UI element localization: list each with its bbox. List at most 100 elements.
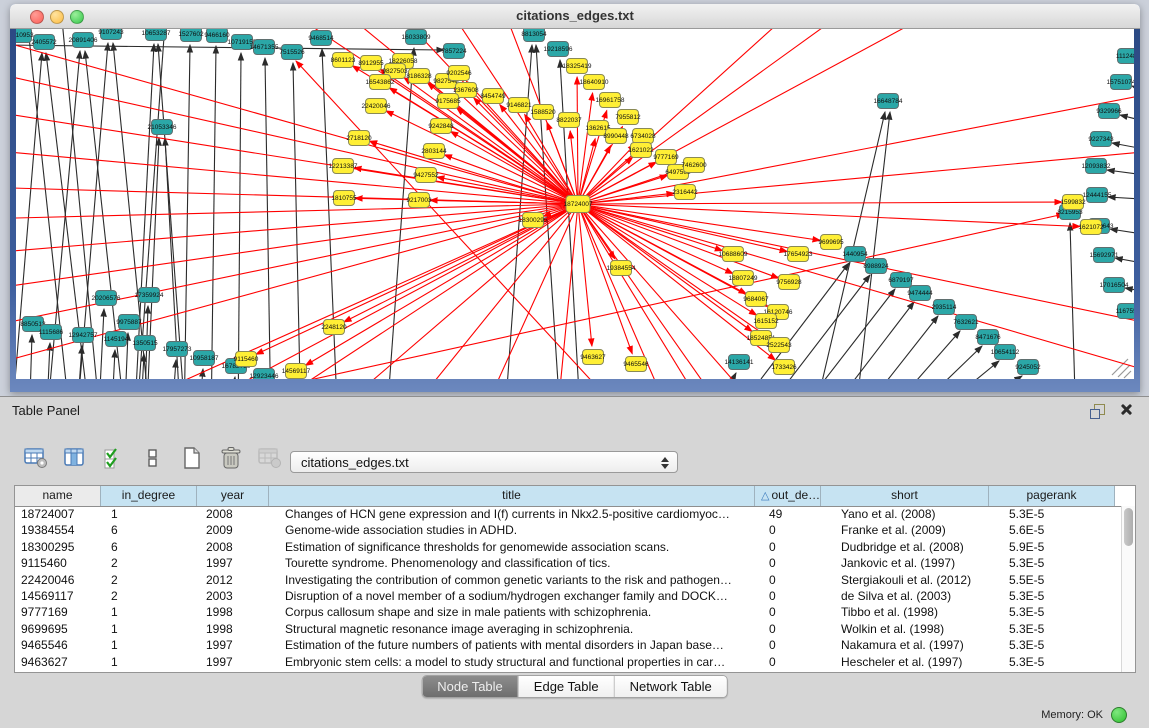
- graph-node-label: 17957273: [163, 346, 192, 353]
- column-header-out-degree[interactable]: △out_de…: [755, 486, 821, 506]
- table-settings-button[interactable]: [22, 445, 50, 471]
- table-cell: Yano et al. (2008): [821, 506, 989, 522]
- table-vertical-scrollbar[interactable]: [1121, 506, 1135, 672]
- graph-node-label: 8813054: [521, 31, 547, 38]
- edge-black: [265, 58, 271, 379]
- memory-status-label: Memory: OK: [1041, 709, 1103, 721]
- close-panel-icon[interactable]: [1119, 402, 1133, 416]
- row-height-button[interactable]: [139, 445, 167, 471]
- table-row[interactable]: 1830029562008Estimation of significance …: [15, 539, 1121, 555]
- table-cell: Stergiakouli et al. (2012): [821, 572, 989, 588]
- scrollbar-thumb[interactable]: [1124, 508, 1133, 546]
- table-cell: 2: [101, 588, 197, 604]
- table-row[interactable]: 1872400712008Changes of HCN gene express…: [15, 506, 1121, 522]
- column-header-pagerank[interactable]: pagerank: [989, 486, 1115, 506]
- table-cell: 9777169: [15, 604, 101, 620]
- table-cell: Nakamura et al. (1997): [821, 637, 989, 653]
- network-window: citations_edges.txt: [10, 4, 1140, 392]
- table-cell: 5.6E-5: [989, 522, 1115, 538]
- graph-node-label: 20891406: [69, 37, 98, 44]
- edge-black: [826, 302, 914, 379]
- table-cell: 1: [101, 637, 197, 653]
- graph-node-label: 8988924: [863, 263, 889, 270]
- import-table-button[interactable]: [256, 445, 284, 471]
- tab-network-table[interactable]: Network Table: [614, 676, 727, 697]
- table-row[interactable]: 969969511998Structural magnetic resonanc…: [15, 621, 1121, 637]
- edge-black: [386, 48, 414, 379]
- table-cell: de Silva et al. (2003): [821, 588, 989, 604]
- edge-red: [577, 77, 578, 204]
- graph-node-label: 15692971: [1090, 252, 1119, 259]
- graph-node-label: 10654112: [991, 349, 1020, 356]
- graph-node-label: 1115686: [39, 329, 64, 336]
- new-table-button[interactable]: [178, 445, 206, 471]
- column-header-year[interactable]: year: [197, 486, 269, 506]
- edge-black: [229, 377, 235, 379]
- graph-node-label: 9427552: [413, 172, 439, 179]
- table-cell: 0: [755, 588, 821, 604]
- graph-node-label: 8454749: [480, 93, 506, 100]
- window-titlebar[interactable]: citations_edges.txt: [10, 4, 1140, 29]
- graph-node-label: 8990448: [603, 133, 629, 140]
- edge-black: [1107, 170, 1134, 179]
- table-cell: 1997: [197, 654, 269, 670]
- edge-red: [578, 139, 595, 204]
- table-row[interactable]: 946362711997Embryonic stem cells: a mode…: [15, 654, 1121, 670]
- table-cell: 0: [755, 621, 821, 637]
- desktop-background: citations_edges.txt: [0, 0, 1149, 396]
- graph-node-label: 16543862: [366, 79, 395, 86]
- table-row[interactable]: 1938455462009Genome-wide association stu…: [15, 522, 1121, 538]
- edge-black: [171, 360, 176, 379]
- graph-node-label: 8912955: [358, 60, 384, 67]
- table-cell: 5.9E-5: [989, 539, 1115, 555]
- table-cell: Franke et al. (2009): [821, 522, 989, 538]
- table-cell: Structural magnetic resonance image aver…: [269, 621, 755, 637]
- column-chooser-button[interactable]: [61, 445, 89, 471]
- table-cell: 2: [101, 555, 197, 571]
- graph-node-label: 8186328: [406, 73, 432, 80]
- table-row[interactable]: 946554611997Estimation of the future num…: [15, 637, 1121, 653]
- table-cell: Corpus callosum shape and size in male p…: [269, 604, 755, 620]
- tab-edge-table[interactable]: Edge Table: [518, 676, 614, 697]
- table-row[interactable]: 977716911998Corpus callosum shape and si…: [15, 604, 1121, 620]
- table-cell: 5.3E-5: [989, 588, 1115, 604]
- table-cell: 49: [755, 506, 821, 522]
- edge-black: [1120, 115, 1134, 129]
- float-panel-icon[interactable]: [1094, 404, 1105, 415]
- graph-node-label: 18640910: [580, 79, 609, 86]
- table-cell: 6: [101, 522, 197, 538]
- graph-node-label: 7857224: [441, 48, 467, 55]
- table-selector-dropdown[interactable]: citations_edges.txt: [290, 451, 678, 473]
- table-row[interactable]: 2242004622012Investigating the contribut…: [15, 572, 1121, 588]
- delete-table-button[interactable]: [217, 445, 245, 471]
- selection-mode-button[interactable]: [100, 445, 128, 471]
- table-cell: Wolkin et al. (1998): [821, 621, 989, 637]
- table-row[interactable]: 1456911722003Disruption of a novel membe…: [15, 588, 1121, 604]
- window-frame: 1810953240557220891406910724310653287152…: [10, 29, 1140, 392]
- table-cell: 1998: [197, 621, 269, 637]
- column-header-name[interactable]: name: [15, 486, 101, 506]
- graph-node-label: 9146821: [506, 102, 532, 109]
- table-cell: 5.3E-5: [989, 506, 1115, 522]
- table-tabs: Node Table Edge Table Network Table: [421, 675, 728, 698]
- edge-black: [854, 112, 890, 379]
- table-panel: Table Panel f(x) citations_edges.txt: [0, 396, 1149, 728]
- graph-node-label: 9115460: [234, 356, 259, 363]
- table-cell: Hescheler et al. (1997): [821, 654, 989, 670]
- table-row[interactable]: 911546021997Tourette syndrome. Phenomeno…: [15, 555, 1121, 571]
- column-header-short[interactable]: short: [821, 486, 989, 506]
- column-header-title[interactable]: title: [269, 486, 755, 506]
- edge-black: [1108, 197, 1134, 201]
- graph-node-label: 8215953: [1057, 209, 1083, 216]
- graph-node-label: 15751074: [1107, 79, 1134, 86]
- table-cell: 0: [755, 539, 821, 555]
- network-canvas[interactable]: 1810953240557220891406910724310653287152…: [16, 29, 1134, 379]
- table-cell: 1998: [197, 604, 269, 620]
- resize-grip-icon[interactable]: [1112, 359, 1131, 378]
- network-svg[interactable]: 1810953240557220891406910724310653287152…: [16, 29, 1134, 379]
- tab-node-table[interactable]: Node Table: [422, 676, 518, 697]
- column-header-in-degree[interactable]: in_degree: [101, 486, 197, 506]
- graph-node-label: 9245052: [1015, 364, 1041, 371]
- table-cell: 5.3E-5: [989, 637, 1115, 653]
- table-cell: 0: [755, 555, 821, 571]
